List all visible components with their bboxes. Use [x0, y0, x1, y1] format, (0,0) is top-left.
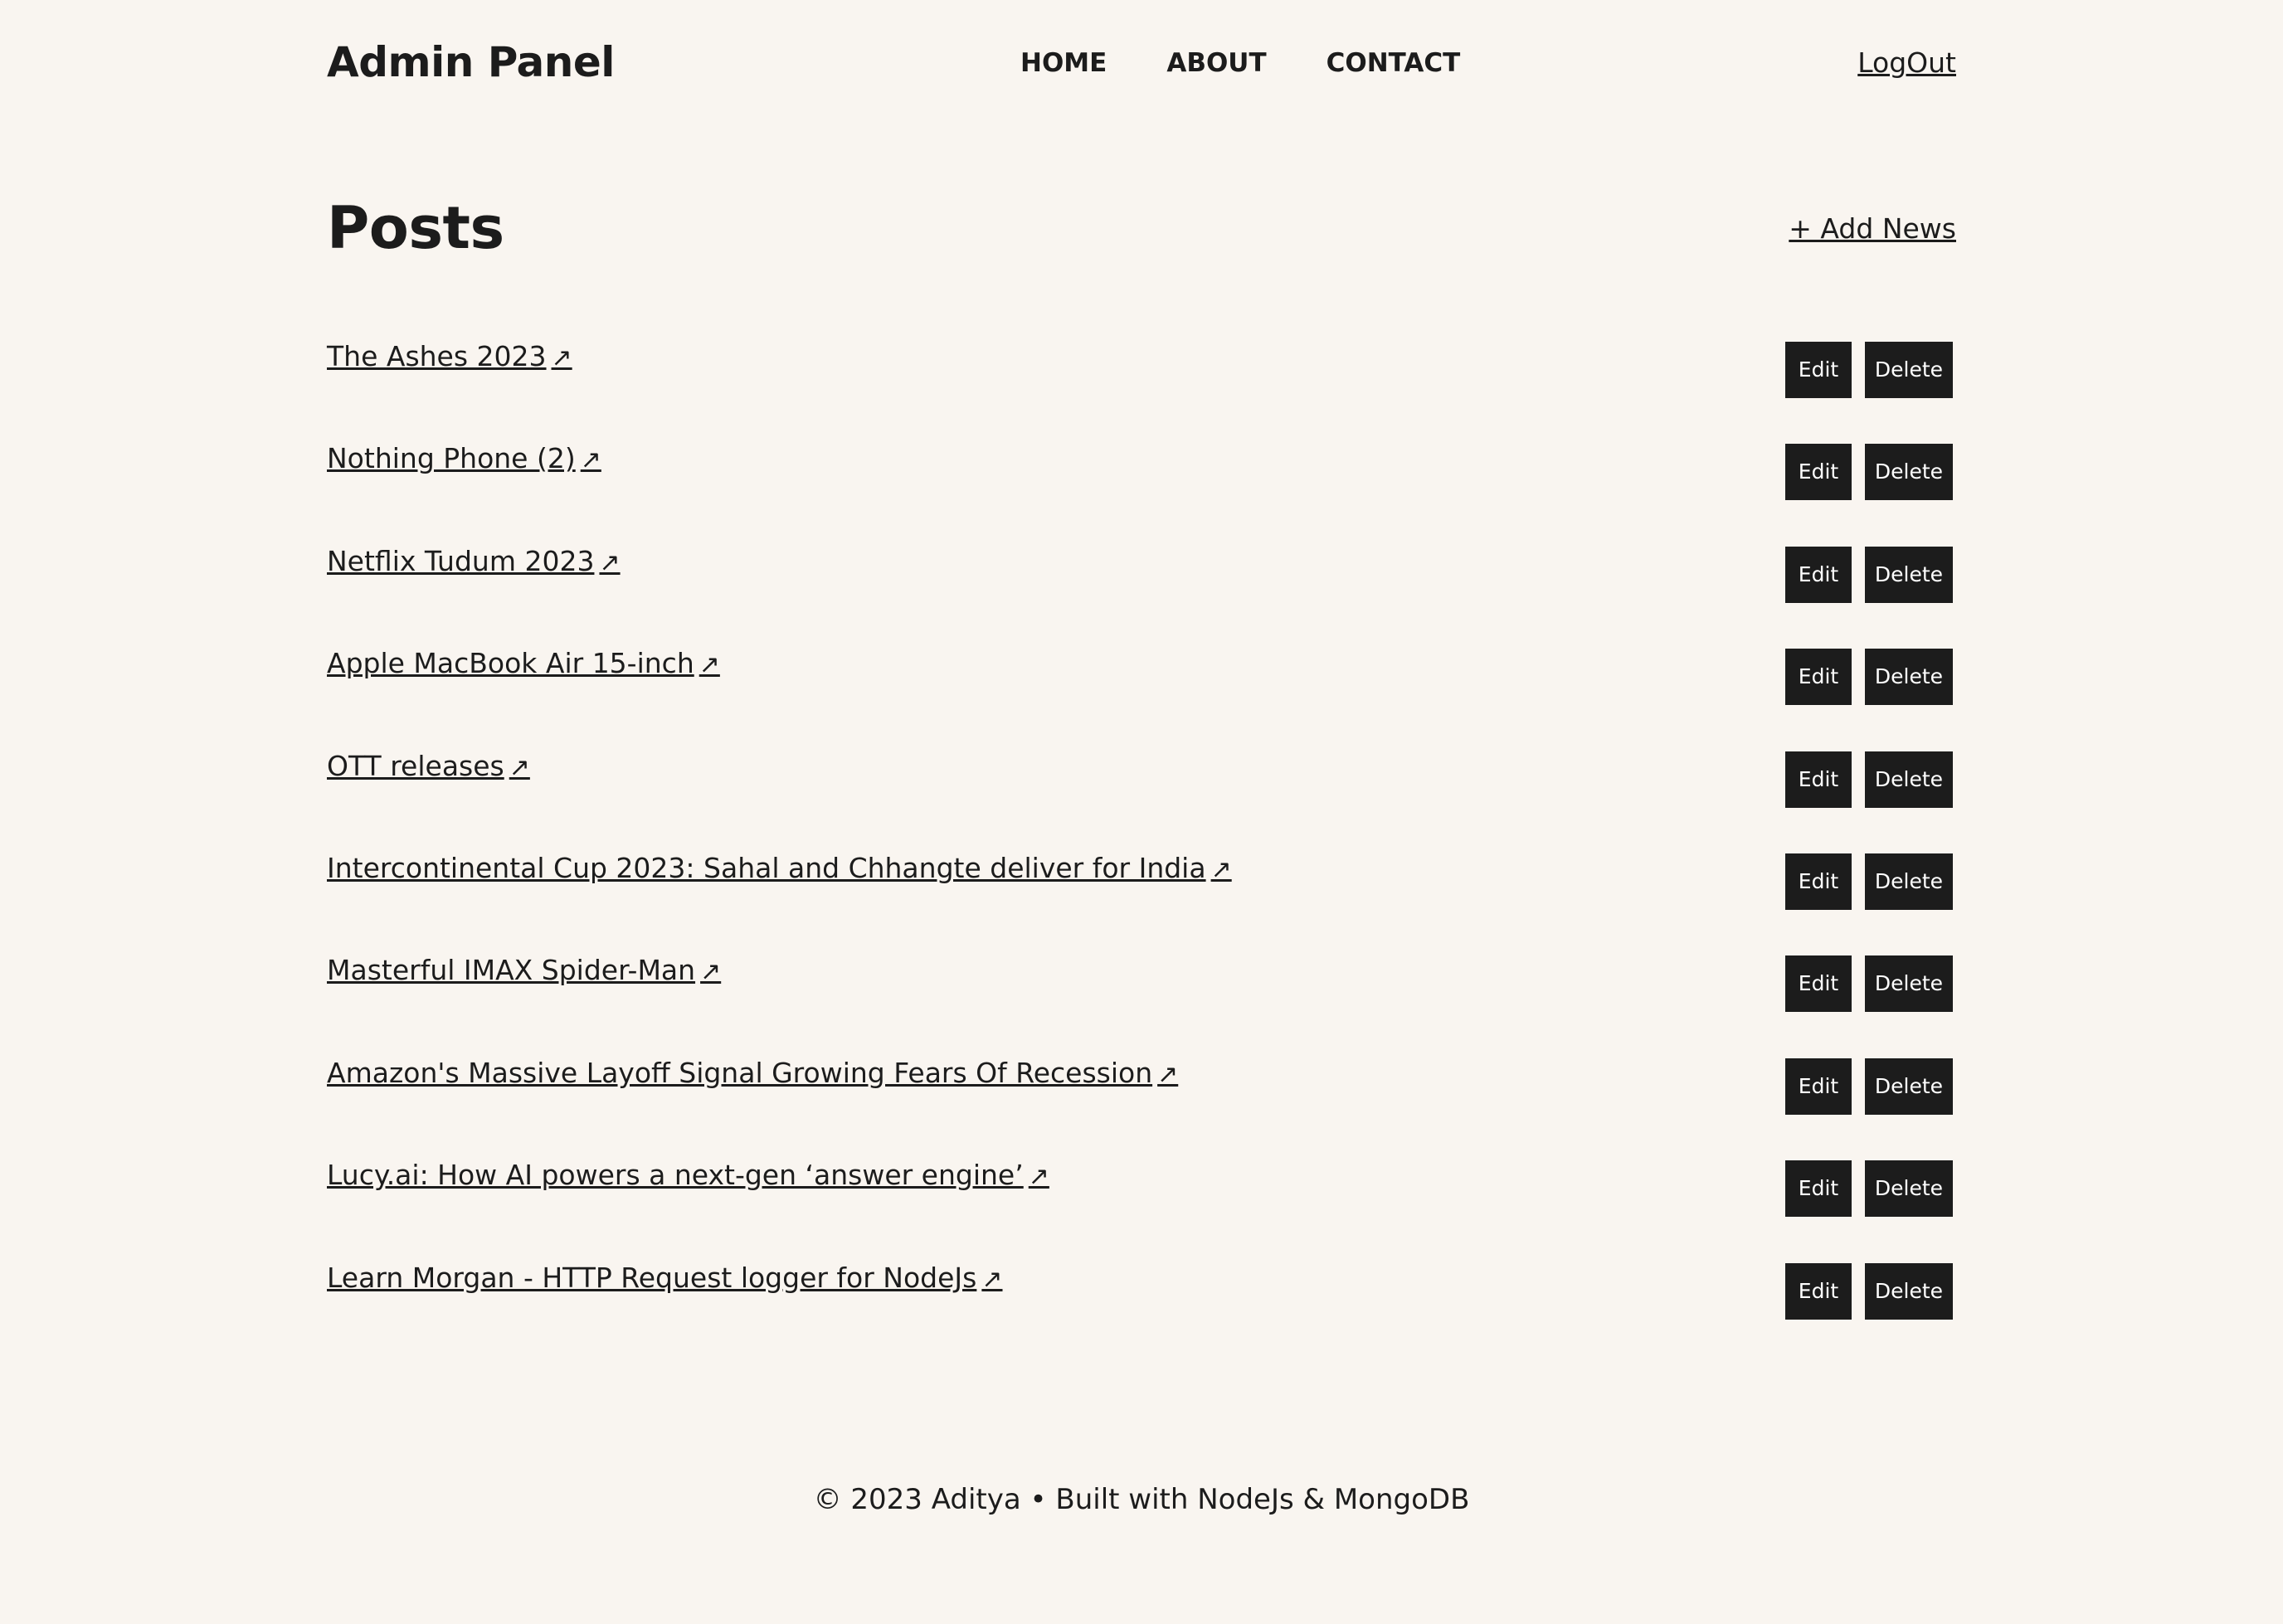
- external-link-icon: ↗: [700, 957, 722, 987]
- main-nav: HOME ABOUT CONTACT: [1020, 46, 1460, 80]
- list-item: Masterful IMAX Spider-Man ↗ Edit Delete: [327, 941, 1956, 1043]
- post-title: Netflix Tudum 2023: [327, 544, 595, 577]
- edit-button[interactable]: Edit: [1785, 649, 1852, 706]
- post-title: Amazon's Massive Layoff Signal Growing F…: [327, 1056, 1153, 1089]
- edit-button[interactable]: Edit: [1785, 955, 1852, 1013]
- logout-link[interactable]: LogOut: [1857, 46, 1956, 80]
- list-item: Netflix Tudum 2023 ↗ Edit Delete: [327, 532, 1956, 634]
- post-title-link[interactable]: Masterful IMAX Spider-Man ↗: [327, 952, 721, 990]
- external-link-icon: ↗: [1028, 1162, 1049, 1192]
- external-link-icon: ↗: [1157, 1059, 1179, 1089]
- delete-button[interactable]: Delete: [1865, 444, 1953, 501]
- delete-button[interactable]: Delete: [1865, 1058, 1953, 1115]
- list-item: OTT releases ↗ Edit Delete: [327, 737, 1956, 839]
- external-link-icon: ↗: [580, 445, 601, 475]
- brand-title: Admin Panel: [327, 38, 615, 86]
- post-title: Intercontinental Cup 2023: Sahal and Chh…: [327, 851, 1206, 884]
- list-item: Intercontinental Cup 2023: Sahal and Chh…: [327, 839, 1956, 941]
- post-title-link[interactable]: Amazon's Massive Layoff Signal Growing F…: [327, 1055, 1178, 1093]
- edit-button[interactable]: Edit: [1785, 1262, 1852, 1320]
- site-footer: © 2023 Aditya • Built with NodeJs & Mong…: [813, 1483, 1470, 1516]
- post-title-link[interactable]: The Ashes 2023 ↗: [327, 338, 572, 377]
- delete-button[interactable]: Delete: [1865, 342, 1953, 398]
- edit-button[interactable]: Edit: [1785, 853, 1852, 910]
- list-item: Nothing Phone (2) ↗ Edit Delete: [327, 429, 1956, 531]
- post-title-link[interactable]: Intercontinental Cup 2023: Sahal and Chh…: [327, 850, 1232, 888]
- post-title-link[interactable]: Nothing Phone (2) ↗: [327, 440, 601, 479]
- post-list: The Ashes 2023 ↗ Edit Delete Nothing Phone (…: [327, 327, 1956, 1350]
- post-actions: Edit Delete: [1785, 546, 1953, 603]
- delete-button[interactable]: Delete: [1865, 546, 1953, 603]
- post-title: Apple MacBook Air 15-inch: [327, 647, 694, 680]
- post-title: OTT releases: [327, 749, 504, 782]
- external-link-icon: ↗: [509, 752, 530, 782]
- delete-button[interactable]: Delete: [1865, 955, 1953, 1013]
- nav-home-link[interactable]: HOME: [1020, 46, 1107, 80]
- post-title-link[interactable]: Apple MacBook Air 15-inch ↗: [327, 645, 720, 683]
- post-actions: Edit Delete: [1785, 1160, 1953, 1218]
- external-link-icon: ↗: [699, 650, 720, 680]
- external-link-icon: ↗: [1210, 854, 1232, 884]
- add-news-link[interactable]: + Add News: [1789, 211, 1956, 247]
- delete-button[interactable]: Delete: [1865, 1160, 1953, 1218]
- post-actions: Edit Delete: [1785, 751, 1953, 808]
- list-item: Apple MacBook Air 15-inch ↗ Edit Delete: [327, 634, 1956, 736]
- edit-button[interactable]: Edit: [1785, 444, 1852, 501]
- edit-button[interactable]: Edit: [1785, 1160, 1852, 1218]
- page-title: Posts: [327, 194, 504, 262]
- post-title-link[interactable]: OTT releases ↗: [327, 748, 530, 786]
- post-title: Masterful IMAX Spider-Man: [327, 954, 696, 987]
- page-container: Admin Panel HOME ABOUT CONTACT LogOut Po…: [327, 0, 1956, 1320]
- list-item: Amazon's Massive Layoff Signal Growing F…: [327, 1043, 1956, 1145]
- post-title: Nothing Phone (2): [327, 442, 576, 475]
- delete-button[interactable]: Delete: [1865, 649, 1953, 706]
- edit-button[interactable]: Edit: [1785, 546, 1852, 603]
- edit-button[interactable]: Edit: [1785, 751, 1852, 808]
- post-title: Learn Morgan - HTTP Request logger for N…: [327, 1261, 977, 1294]
- delete-button[interactable]: Delete: [1865, 1262, 1953, 1320]
- list-item: Lucy.ai: How AI powers a next-gen ‘answe…: [327, 1145, 1956, 1247]
- nav-contact-link[interactable]: CONTACT: [1326, 46, 1461, 80]
- external-link-icon: ↗: [599, 547, 621, 577]
- post-actions: Edit Delete: [1785, 853, 1953, 910]
- edit-button[interactable]: Edit: [1785, 342, 1852, 398]
- nav-about-link[interactable]: ABOUT: [1166, 46, 1266, 80]
- post-title: The Ashes 2023: [327, 340, 547, 372]
- delete-button[interactable]: Delete: [1865, 853, 1953, 910]
- post-actions: Edit Delete: [1785, 955, 1953, 1013]
- post-title-link[interactable]: Learn Morgan - HTTP Request logger for N…: [327, 1260, 1003, 1298]
- post-actions: Edit Delete: [1785, 1058, 1953, 1115]
- external-link-icon: ↗: [981, 1264, 1003, 1294]
- post-title-link[interactable]: Netflix Tudum 2023 ↗: [327, 543, 621, 581]
- list-item: Learn Morgan - HTTP Request logger for N…: [327, 1248, 1956, 1350]
- posts-header: Posts + Add News: [327, 191, 1956, 265]
- post-actions: Edit Delete: [1785, 444, 1953, 501]
- list-item: The Ashes 2023 ↗ Edit Delete: [327, 327, 1956, 429]
- edit-button[interactable]: Edit: [1785, 1058, 1852, 1115]
- post-title-link[interactable]: Lucy.ai: How AI powers a next-gen ‘answe…: [327, 1157, 1049, 1195]
- post-actions: Edit Delete: [1785, 342, 1953, 398]
- post-actions: Edit Delete: [1785, 1262, 1953, 1320]
- external-link-icon: ↗: [551, 343, 572, 372]
- post-actions: Edit Delete: [1785, 649, 1953, 706]
- site-header: Admin Panel HOME ABOUT CONTACT LogOut: [327, 0, 1956, 124]
- delete-button[interactable]: Delete: [1865, 751, 1953, 808]
- post-title: Lucy.ai: How AI powers a next-gen ‘answe…: [327, 1159, 1024, 1192]
